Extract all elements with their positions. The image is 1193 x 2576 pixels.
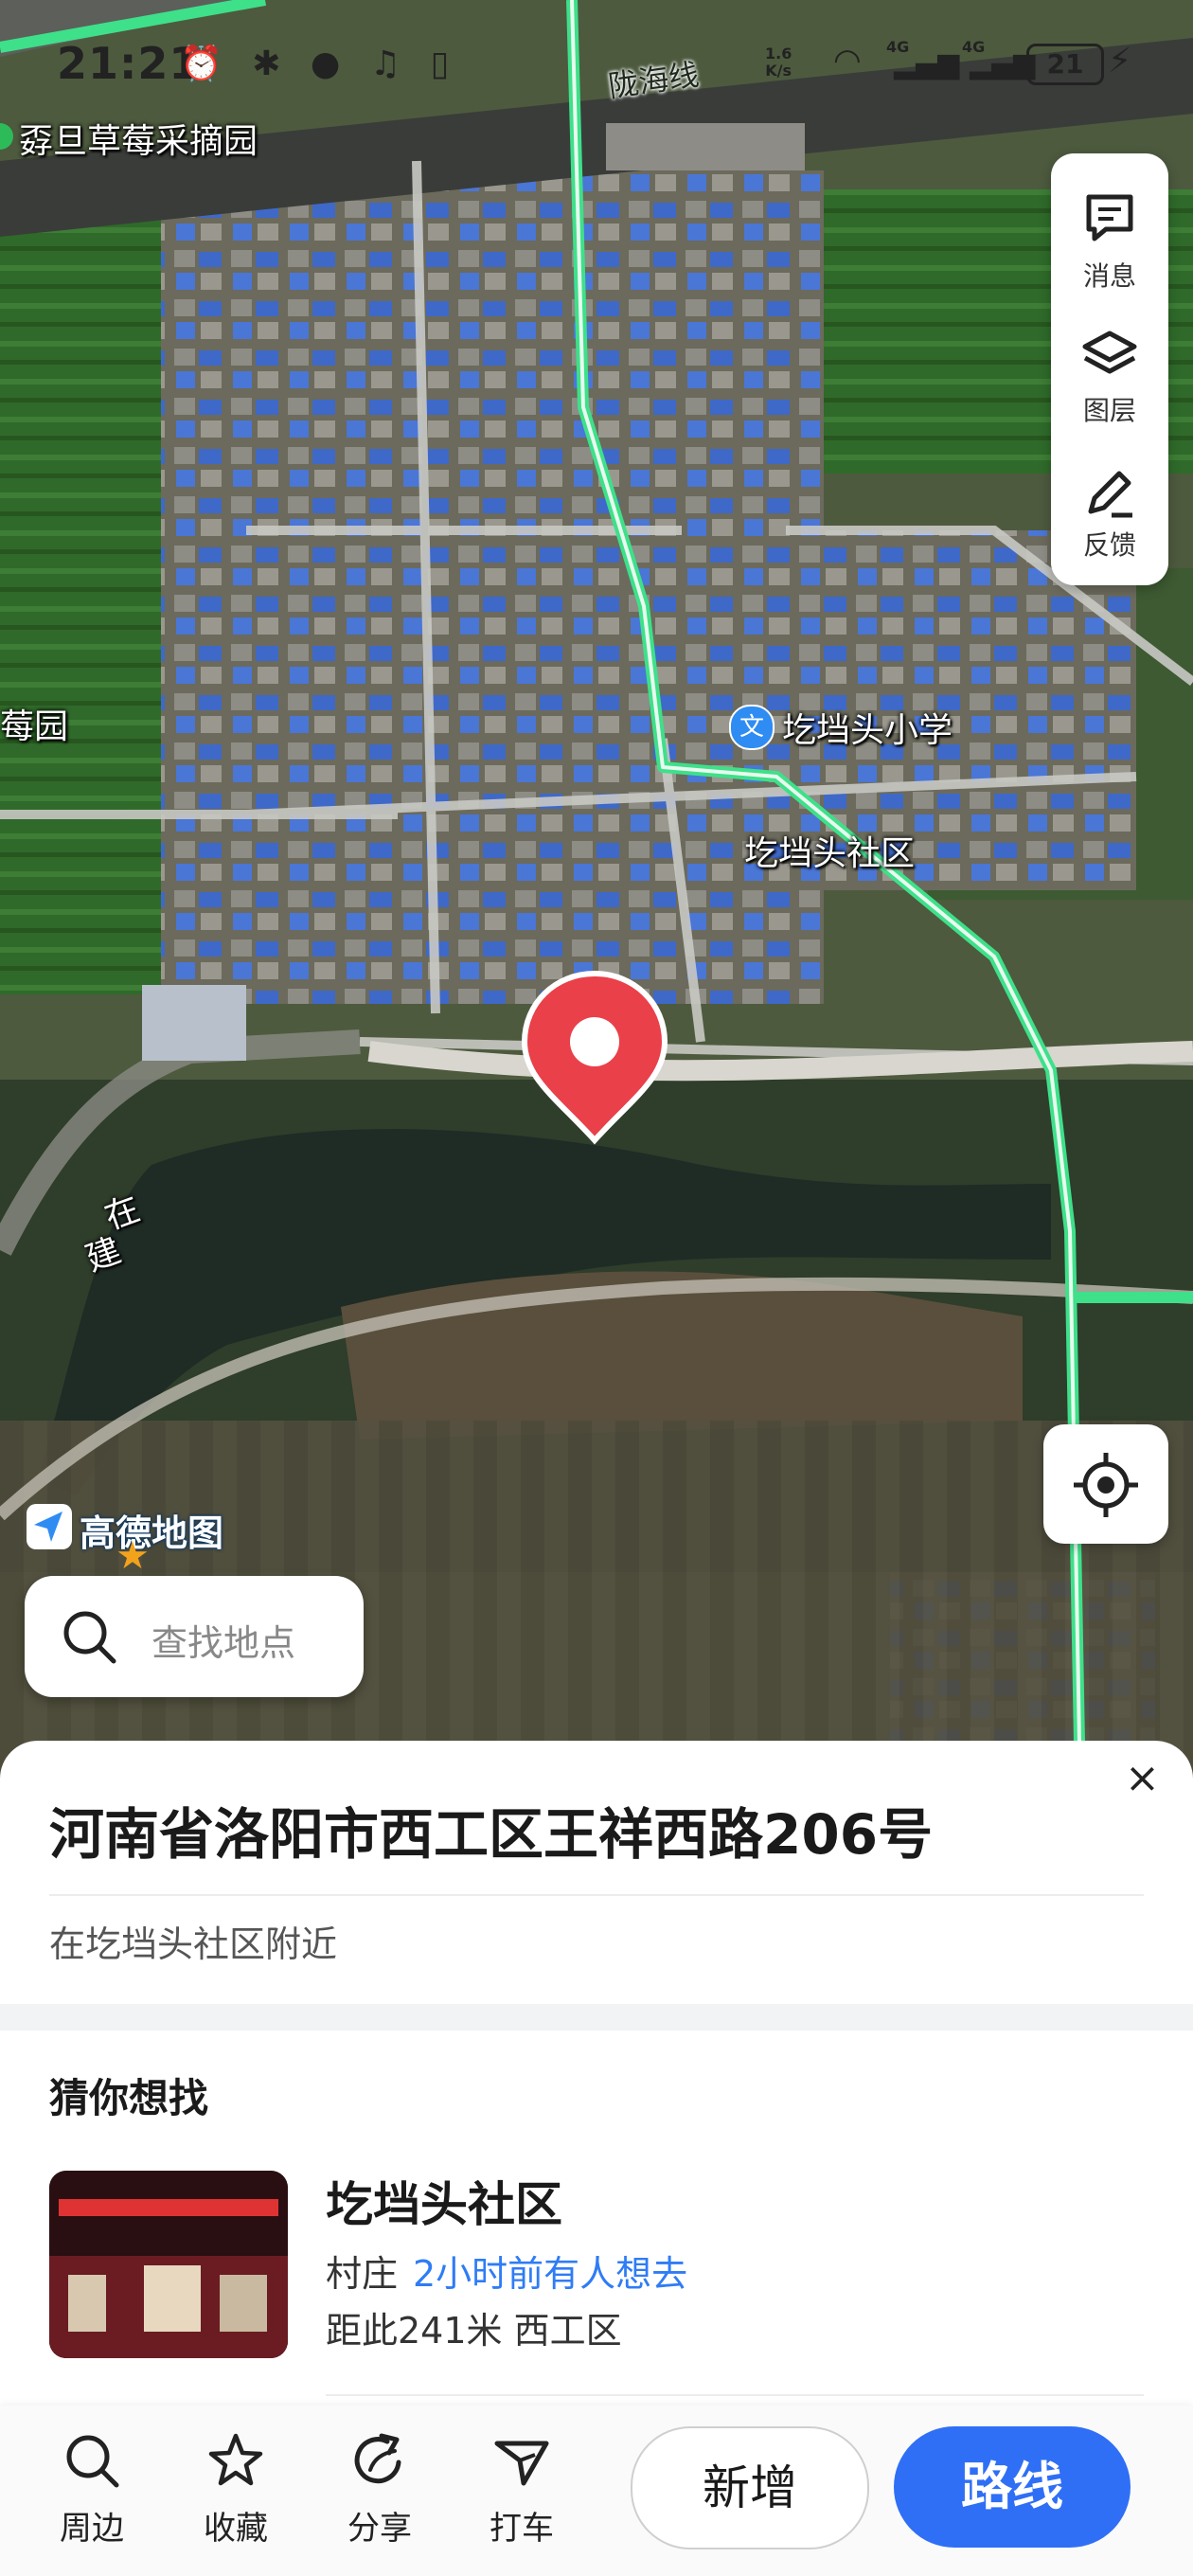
layers-button[interactable]: 图层 bbox=[1051, 311, 1168, 443]
poi-popularity: 2小时前有人想去 bbox=[413, 2253, 688, 2295]
nearby-hint: 在圪垱头社区附近 bbox=[49, 1923, 338, 1965]
poi-type: 村庄 bbox=[326, 2253, 399, 2295]
nearby-button[interactable]: 周边 bbox=[30, 2430, 153, 2563]
share-button[interactable]: 分享 bbox=[318, 2430, 441, 2563]
search-placeholder: 查找地点 bbox=[151, 1622, 296, 1664]
divider bbox=[49, 1894, 1144, 1896]
crosshair-icon bbox=[1074, 1453, 1138, 1517]
signal-icon: ▂▄▆ bbox=[894, 47, 960, 80]
share-icon bbox=[354, 2433, 401, 2484]
wifi-icon: ◠ bbox=[833, 42, 862, 80]
map-tools-panel: 消息 图层 反馈 bbox=[1051, 153, 1168, 585]
taxi-button[interactable]: 打车 bbox=[460, 2430, 583, 2563]
section-gap bbox=[0, 2004, 1193, 2030]
status-bar: 21:21 ⏰ ✱ ● ♫ ▯ 1.6 K/s ◠ 4G ▂▄▆ 4G ▂▄▆ 2… bbox=[0, 38, 1193, 95]
taxi-arrow-icon bbox=[494, 2441, 549, 2486]
status-icons: ⏰ ✱ ● ♫ ▯ bbox=[180, 45, 459, 83]
battery-level: 21 bbox=[1026, 44, 1104, 85]
search-icon bbox=[63, 1611, 116, 1664]
poi-thumbnail[interactable] bbox=[49, 2171, 288, 2358]
star-icon bbox=[208, 2433, 263, 2486]
divider bbox=[326, 2394, 1144, 2396]
search-place-box[interactable]: 查找地点 bbox=[25, 1576, 364, 1697]
star-marker-icon: ★ bbox=[116, 1534, 150, 1578]
layers-icon bbox=[1082, 331, 1137, 374]
charging-icon: ⚡ bbox=[1108, 42, 1132, 80]
signal-icon: ▂▄▆ bbox=[970, 47, 1036, 80]
school-icon: 文 bbox=[729, 705, 775, 750]
feedback-button[interactable]: 反馈 bbox=[1051, 449, 1168, 581]
search-icon bbox=[66, 2435, 119, 2488]
favorite-button[interactable]: 收藏 bbox=[174, 2430, 297, 2563]
map-label-farm-partial[interactable]: 莓园 bbox=[0, 699, 68, 748]
message-button[interactable]: 消息 bbox=[1051, 172, 1168, 305]
address-title: 河南省洛阳市西工区王祥西路206号 bbox=[49, 1802, 934, 1867]
amap-arrow-icon bbox=[27, 1504, 72, 1549]
poi-distance: 距此241米 西工区 bbox=[326, 2310, 622, 2352]
close-icon[interactable]: × bbox=[1125, 1754, 1160, 1802]
locate-me-button[interactable] bbox=[1043, 1424, 1168, 1544]
clock: 21:21 bbox=[57, 38, 201, 89]
message-icon bbox=[1086, 194, 1133, 242]
map-label-community[interactable]: 圪垱头社区 bbox=[744, 826, 915, 875]
feedback-edit-icon bbox=[1088, 471, 1132, 518]
net-speed: 1.6 K/s bbox=[765, 45, 792, 80]
guess-section-title: 猜你想找 bbox=[49, 2075, 209, 2121]
add-button[interactable]: 新增 bbox=[631, 2426, 869, 2549]
poi-title[interactable]: 圪垱头社区 bbox=[326, 2167, 562, 2235]
location-pin-icon[interactable] bbox=[519, 966, 670, 1155]
route-button[interactable]: 路线 bbox=[894, 2426, 1131, 2548]
